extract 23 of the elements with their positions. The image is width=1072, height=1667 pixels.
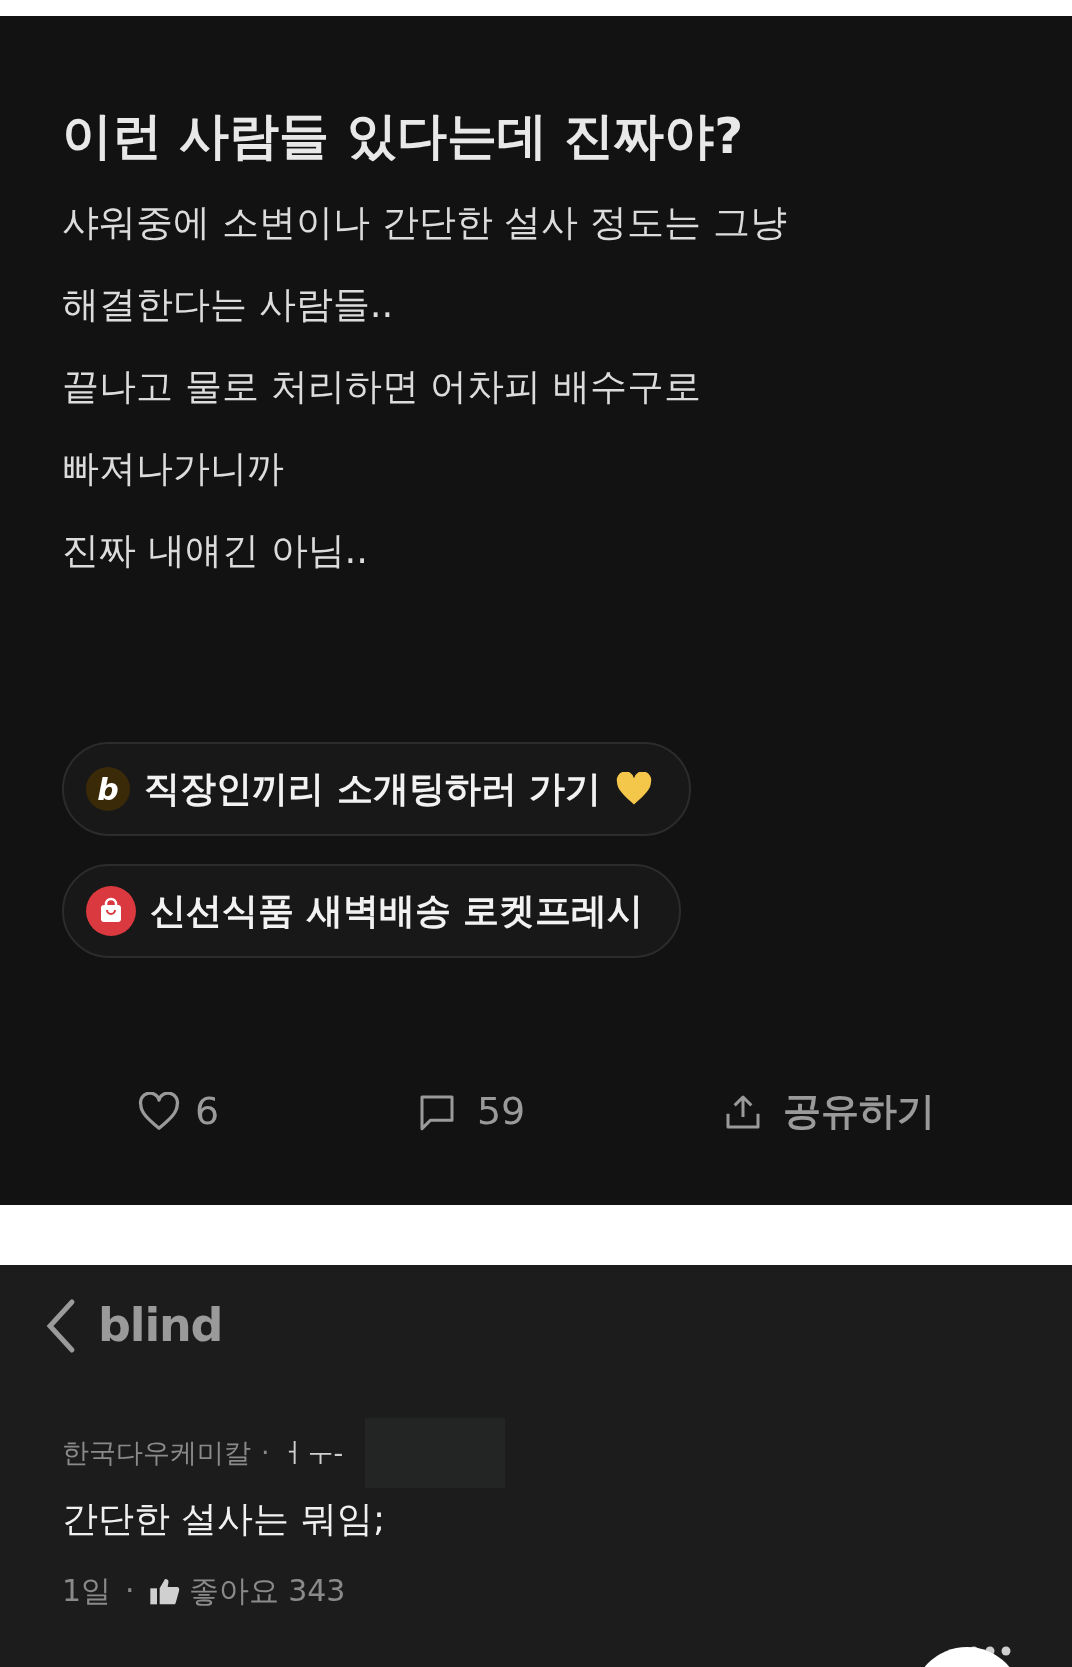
heart-icon	[137, 1091, 181, 1132]
comment-time: 1일	[62, 1572, 112, 1610]
blind-logo: blind	[98, 1297, 223, 1354]
post-body-line: 빠져나가니까	[62, 446, 285, 492]
post-body-line: 끝나고 물로 처리하면 어차피 배수구로	[62, 364, 703, 410]
promo-button[interactable]: 신선식품 새벽배송 로켓프레시	[62, 864, 682, 958]
company-name: 한국다우케미칼	[62, 1435, 251, 1470]
share-button[interactable]: 공유하기	[723, 1083, 935, 1140]
separator-dot: ·	[125, 1572, 135, 1610]
author-name: ㅓㅜ-	[279, 1435, 344, 1470]
promo-button[interactable]: b 직장인끼리 소개팅하러 가기	[62, 742, 692, 836]
like-button[interactable]: 좋아요 343	[148, 1568, 346, 1613]
comment-text: 간단한 설사는 뭐임;	[62, 1497, 386, 1541]
comment-button[interactable]: 59	[416, 1083, 526, 1140]
separator-dot: ·	[261, 1435, 270, 1470]
shopping-bag-icon	[86, 886, 136, 936]
logo-icon: b	[86, 767, 130, 811]
post-body-line: 샤워중에 소변이나 간단한 설사 정도는 그냥	[62, 200, 788, 246]
like-button[interactable]: 6	[137, 1083, 220, 1140]
post-title: 이런 사람들 있다는데 진짜야?	[62, 106, 745, 166]
back-icon[interactable]	[46, 1297, 76, 1354]
post-body-line: 해결한다는 사람들..	[62, 282, 395, 328]
post-body-line: 진짜 내얘긴 아님..	[62, 528, 370, 574]
